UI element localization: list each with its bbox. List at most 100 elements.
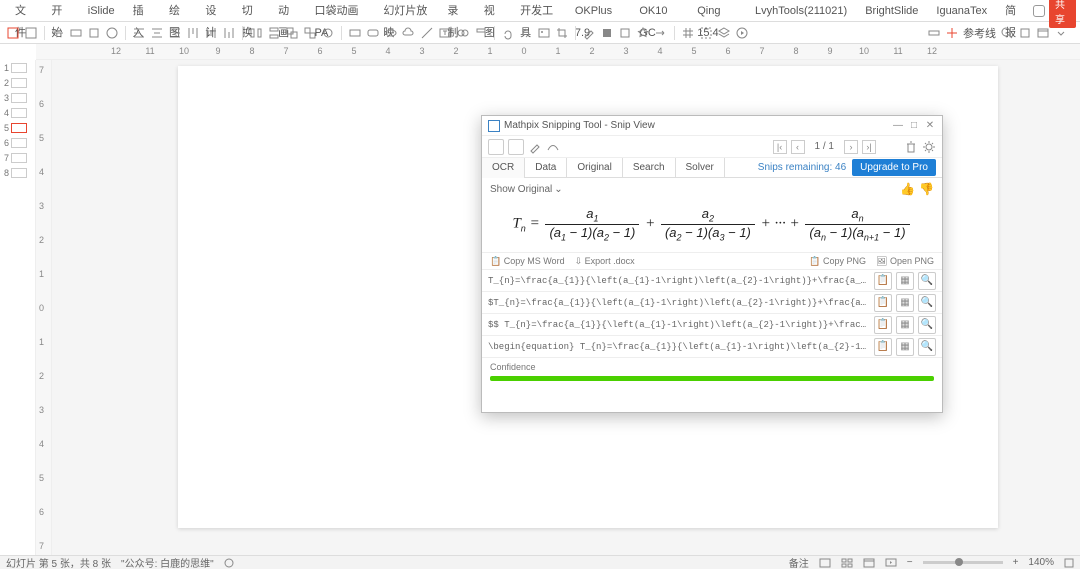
star-icon[interactable] xyxy=(636,26,650,40)
align-right-icon[interactable] xyxy=(168,26,182,40)
arrow-icon[interactable] xyxy=(654,26,668,40)
view-normal-icon[interactable] xyxy=(819,558,831,568)
last-page-icon[interactable]: ›| xyxy=(862,140,876,154)
ungroup-icon[interactable] xyxy=(303,26,317,40)
tab-iguanatex[interactable]: IguanaTex xyxy=(927,0,996,22)
selection-icon[interactable] xyxy=(699,26,713,40)
minimize-icon[interactable]: — xyxy=(892,120,904,132)
tab-pocketanim[interactable]: 口袋动画 PA xyxy=(306,0,375,22)
insert-icon[interactable]: ▦ xyxy=(896,316,914,334)
thumbs-up-icon[interactable]: 👍 xyxy=(900,182,915,196)
copy-icon[interactable]: 📋 xyxy=(874,294,892,312)
tool-icon-2[interactable] xyxy=(24,26,38,40)
crop-icon[interactable] xyxy=(555,26,569,40)
copy-word-button[interactable]: 📋 Copy MS Word xyxy=(490,256,565,267)
show-original-toggle[interactable]: Show Original xyxy=(490,184,552,195)
tab-okplus[interactable]: OKPlus 7.9 xyxy=(566,0,630,22)
shape-line-icon[interactable] xyxy=(420,26,434,40)
tab-draw[interactable]: 绘图 xyxy=(160,0,196,22)
align-bottom-icon[interactable] xyxy=(222,26,236,40)
tab-view[interactable]: 视图 xyxy=(475,0,511,22)
tab-search[interactable]: Search xyxy=(623,158,676,178)
tab-devtools[interactable]: 开发工具 xyxy=(511,0,566,22)
chevron-down-icon[interactable]: ⌄ xyxy=(554,184,562,195)
tab-insert[interactable]: 插入 xyxy=(124,0,160,22)
edit-icon[interactable] xyxy=(528,140,542,154)
tab-original[interactable]: Original xyxy=(567,158,622,178)
tab-slideshow[interactable]: 幻灯片放映 xyxy=(374,0,438,22)
fit-icon[interactable] xyxy=(1018,26,1032,40)
tab-islide[interactable]: iSlide xyxy=(79,0,124,22)
grid-icon[interactable] xyxy=(681,26,695,40)
zoom-value[interactable]: 140% xyxy=(1028,557,1054,568)
tab-transitions[interactable]: 切换 xyxy=(233,0,269,22)
thumb-4[interactable]: 4 xyxy=(0,105,35,120)
thumb-8[interactable]: 8 xyxy=(0,165,35,180)
close-icon[interactable]: ✕ xyxy=(924,120,936,132)
upgrade-button[interactable]: Upgrade to Pro xyxy=(852,159,936,176)
view-slideshow-icon[interactable] xyxy=(885,558,897,568)
align-middle-icon[interactable] xyxy=(204,26,218,40)
first-page-icon[interactable]: |‹ xyxy=(773,140,787,154)
copy-icon[interactable]: 📋 xyxy=(874,316,892,334)
insert-icon[interactable]: ▦ xyxy=(896,294,914,312)
thumb-6[interactable]: 6 xyxy=(0,135,35,150)
search-icon[interactable]: 🔍 xyxy=(918,272,936,290)
link-icon[interactable] xyxy=(519,26,533,40)
shape-rrect-icon[interactable] xyxy=(366,26,380,40)
notes-button[interactable]: 备注 xyxy=(789,555,809,570)
tool-icon-4[interactable] xyxy=(69,26,83,40)
zoom-slider[interactable] xyxy=(923,561,1003,564)
thumb-3[interactable]: 3 xyxy=(0,90,35,105)
page-icon[interactable] xyxy=(508,139,524,155)
search-icon[interactable]: 🔍 xyxy=(918,294,936,312)
tab-brightslide[interactable]: BrightSlide xyxy=(856,0,927,22)
mathpix-titlebar[interactable]: Mathpix Snipping Tool - Snip View — □ ✕ xyxy=(482,116,942,136)
fit-window-icon[interactable] xyxy=(1064,558,1074,568)
distribute-h-icon[interactable] xyxy=(249,26,263,40)
copy-icon[interactable]: 📋 xyxy=(874,272,892,290)
insert-icon[interactable]: ▦ xyxy=(896,338,914,356)
tab-solver[interactable]: Solver xyxy=(676,158,725,178)
maximize-icon[interactable]: □ xyxy=(908,120,920,132)
outline-icon[interactable] xyxy=(618,26,632,40)
zoom-in-icon[interactable] xyxy=(1000,26,1014,40)
thumb-7[interactable]: 7 xyxy=(0,150,35,165)
tab-design[interactable]: 设计 xyxy=(196,0,232,22)
align-top-icon[interactable] xyxy=(186,26,200,40)
tool-icon-1[interactable] xyxy=(6,26,20,40)
merge-icon[interactable] xyxy=(456,26,470,40)
zoom-out[interactable]: − xyxy=(907,557,913,568)
group-icon[interactable] xyxy=(285,26,299,40)
shape-rect-icon[interactable] xyxy=(348,26,362,40)
picture-icon[interactable] xyxy=(537,26,551,40)
tab-ocr[interactable]: OCR xyxy=(482,158,525,178)
textbox-icon[interactable] xyxy=(438,26,452,40)
window-icon[interactable] xyxy=(1036,26,1050,40)
tab-data[interactable]: Data xyxy=(525,158,567,178)
align-left-icon[interactable] xyxy=(132,26,146,40)
copy-icon[interactable]: 📋 xyxy=(874,338,892,356)
tab-lvyh[interactable]: LvyhTools(211021) xyxy=(746,0,856,22)
tool-icon-5[interactable] xyxy=(87,26,101,40)
tab-file[interactable]: 文件 xyxy=(6,0,42,22)
thumb-2[interactable]: 2 xyxy=(0,75,35,90)
align-center-icon[interactable] xyxy=(150,26,164,40)
thumb-5[interactable]: 5 xyxy=(0,120,35,135)
format-icon[interactable] xyxy=(474,26,488,40)
tab-ok10[interactable]: OK10 GC xyxy=(630,0,688,22)
more-icon[interactable] xyxy=(1054,26,1068,40)
tab-animations[interactable]: 动画 xyxy=(269,0,305,22)
guide-icon[interactable] xyxy=(945,26,959,40)
thumb-1[interactable]: 1 xyxy=(0,60,35,75)
insert-icon[interactable]: ▦ xyxy=(896,272,914,290)
next-page-icon[interactable]: › xyxy=(844,140,858,154)
eyedrop-icon[interactable] xyxy=(582,26,596,40)
export-docx-button[interactable]: ⇩ Export .docx xyxy=(575,256,635,267)
search-icon[interactable]: 🔍 xyxy=(918,338,936,356)
ruler-icon[interactable] xyxy=(927,26,941,40)
tool-icon-3[interactable] xyxy=(51,26,65,40)
open-png-button[interactable]: 🖼 Open PNG xyxy=(876,256,934,267)
gear-icon[interactable] xyxy=(922,140,936,154)
draw-icon[interactable] xyxy=(546,140,560,154)
